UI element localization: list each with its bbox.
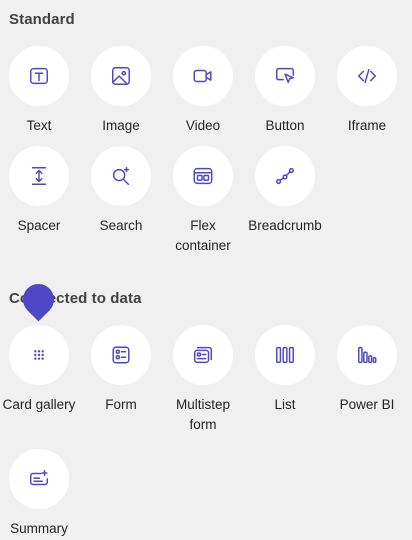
tile-icon-circle: [173, 325, 233, 385]
tile-label: Flex container: [175, 218, 231, 253]
component-tile-multistep-form[interactable]: Multistep form: [163, 325, 243, 435]
tile-icon-circle: [337, 46, 397, 106]
tile-icon-circle: [337, 325, 397, 385]
tile-icon-circle: [91, 146, 151, 206]
component-tile-summary[interactable]: Summary: [0, 449, 79, 539]
summary-icon: [30, 470, 48, 486]
iframe-icon: [358, 68, 376, 84]
tile-icon-circle: [173, 146, 233, 206]
tile-label: Power BI: [339, 397, 395, 412]
flex-container-icon: [193, 167, 213, 185]
button-icon: [276, 67, 294, 84]
tile-label: Search: [99, 218, 143, 233]
tile-icon-circle: [91, 46, 151, 106]
tile-label: Text: [26, 118, 52, 133]
breadcrumb-icon: [276, 167, 294, 185]
tile-icon-circle: [255, 325, 315, 385]
tile-label: Card gallery: [2, 397, 76, 412]
location-pin-marker: [16, 277, 61, 322]
component-tile-iframe[interactable]: Iframe: [327, 46, 407, 136]
card-gallery-icon: [34, 350, 44, 360]
tile-icon-circle: [9, 146, 69, 206]
tile-label: Form: [105, 397, 137, 412]
section-title-standard: Standard: [9, 11, 75, 28]
tile-label: Video: [185, 118, 221, 133]
list-icon: [276, 346, 294, 364]
video-icon: [193, 69, 212, 83]
tile-icon-circle: [255, 146, 315, 206]
component-tile-power-bi[interactable]: Power BI: [327, 325, 407, 415]
tile-label: Image: [102, 118, 140, 133]
multistep-form-icon: [194, 346, 212, 364]
component-tile-video[interactable]: Video: [163, 46, 243, 136]
tile-label: Summary: [10, 521, 68, 536]
power-bi-icon: [358, 346, 377, 364]
text-icon: [30, 67, 48, 85]
form-icon: [112, 346, 130, 364]
tile-icon-circle: [9, 46, 69, 106]
tile-label: Breadcrumb: [248, 218, 322, 233]
spacer-icon: [31, 167, 47, 185]
search-icon: [112, 167, 130, 185]
tile-icon-circle: [91, 325, 151, 385]
tile-icon-circle: [255, 46, 315, 106]
tile-icon-circle: [9, 449, 69, 509]
component-tile-image[interactable]: Image: [81, 46, 161, 136]
component-tile-card-gallery[interactable]: Card gallery: [0, 325, 79, 415]
tile-label: Button: [265, 118, 305, 133]
tile-label: Iframe: [347, 118, 387, 133]
component-tile-button[interactable]: Button: [245, 46, 325, 136]
component-tile-breadcrumb[interactable]: Breadcrumb: [245, 146, 325, 236]
component-tile-text[interactable]: Text: [0, 46, 79, 136]
component-tile-form[interactable]: Form: [81, 325, 161, 415]
tile-label: List: [274, 397, 296, 412]
tile-icon-circle: [173, 46, 233, 106]
component-tile-flex-container[interactable]: Flex container: [163, 146, 243, 256]
image-icon: [112, 67, 130, 85]
component-tile-list[interactable]: List: [245, 325, 325, 415]
component-panel: Standard Text Image Video Button Iframe …: [0, 0, 412, 540]
tile-label: Multistep form: [175, 397, 231, 432]
tile-icon-circle: [9, 325, 69, 385]
tile-label: Spacer: [17, 218, 61, 233]
component-tile-spacer[interactable]: Spacer: [0, 146, 79, 236]
component-tile-search[interactable]: Search: [81, 146, 161, 236]
